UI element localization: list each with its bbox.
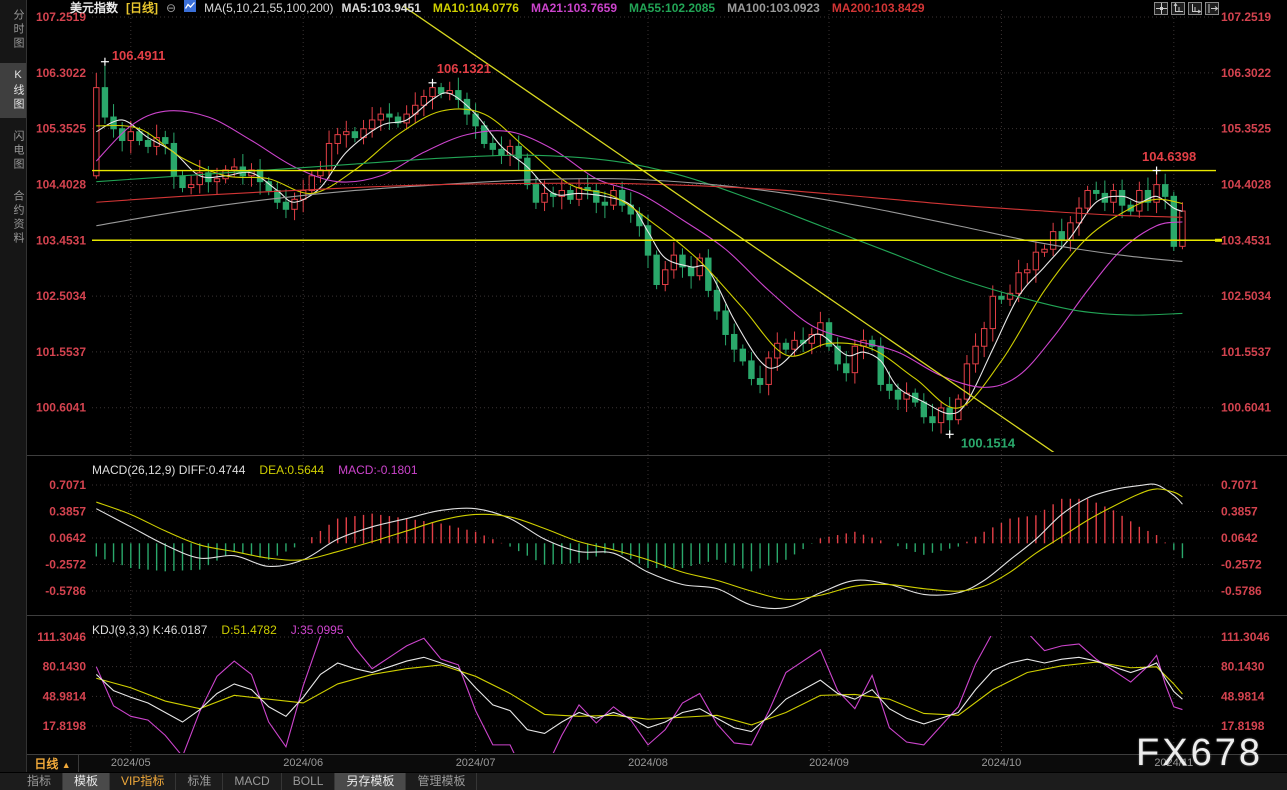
ma-value: MA10:104.0776	[432, 0, 519, 15]
macd-histogram	[95, 498, 1184, 572]
y-axis-label: 105.3525	[1221, 122, 1271, 136]
ma-overlays	[95, 92, 1183, 415]
tab-boll[interactable]: BOLL	[282, 773, 336, 790]
axis-scale-left-icon[interactable]	[1171, 2, 1185, 15]
trendline	[402, 6, 1055, 452]
ma-value: MA5:103.9451	[341, 0, 421, 15]
ma-value: MA200:103.8429	[831, 0, 925, 15]
indicator-label: KDJ(9,3,3) K:46.0187 D:51.4782 J:35.0995	[92, 623, 344, 637]
sidebar: 分时图 K线图闪电图合约资料	[0, 0, 27, 772]
tab-manage-templates[interactable]: 管理模板	[406, 773, 478, 790]
ma-indicator-icon	[184, 0, 197, 16]
pop-out-panel-icon[interactable]	[1205, 2, 1219, 15]
y-axis-label: 0.3857	[1221, 505, 1258, 519]
ma-line-ma21	[95, 110, 1183, 388]
chart-header: 美元指数 [日线] ⊖ MA(5,10,21,55,100,200) MA5:1…	[70, 0, 925, 16]
collapse-icon[interactable]: ⊖	[166, 1, 176, 16]
sidebar-item-time-chart[interactable]: 分时图	[0, 3, 26, 57]
y-axis-label: 104.4028	[36, 177, 86, 191]
y-axis-label: -0.5786	[1221, 584, 1262, 598]
ma-value: MA21:103.7659	[530, 0, 618, 15]
y-axis-label: 17.8198	[43, 719, 87, 733]
y-axis-label: 104.4028	[1221, 177, 1271, 191]
x-axis-label: 2024/10	[981, 757, 1022, 769]
ma-group-label: MA(5,10,21,55,100,200)	[204, 0, 334, 15]
price-annotation: 106.4911	[112, 48, 166, 63]
j-line	[95, 636, 1183, 753]
gridlines	[27, 10, 1287, 753]
price-annotation: 104.6398	[1142, 149, 1196, 164]
ma-value: MA55:102.2085	[629, 0, 716, 15]
crosshair-tool-icon[interactable]	[1154, 2, 1168, 15]
tab-indicators[interactable]: 指标	[16, 773, 64, 790]
y-axis-label: 106.3022	[36, 66, 86, 80]
sidebar-item-lightning-chart[interactable]: 闪电图	[0, 124, 26, 178]
y-axis-label: 100.6041	[1221, 401, 1271, 415]
y-axis-label: 102.5034	[1221, 289, 1271, 303]
x-axis-label: 2024/05	[110, 757, 151, 769]
y-axis-label: 101.5537	[1221, 345, 1271, 359]
y-axis-label: 0.0642	[49, 531, 86, 545]
y-axis-label: 48.9814	[1221, 689, 1265, 703]
chart-canvas[interactable]: 107.2519 107.2519106.3022 106.3022105.3525…	[0, 0, 1287, 755]
period-selector[interactable]: 日线 ▲	[27, 755, 79, 773]
sidebar-item-kline-chart[interactable]: K线图	[0, 63, 26, 118]
y-axis-label: 103.4531	[1221, 233, 1271, 247]
watermark: FX678	[1136, 732, 1263, 774]
y-axis-label: 80.1430	[43, 660, 87, 674]
bottom-tabs: 指标 模板 VIP指标 标准 MACD BOLL 另存模板 管理模板	[0, 772, 1287, 790]
y-axis-label: 0.3857	[49, 505, 86, 519]
x-axis-label: 2024/09	[809, 757, 849, 769]
y-axis-label: 102.5034	[36, 289, 86, 303]
ma-line-ma10	[96, 108, 1183, 409]
y-axis-label: -0.2572	[45, 558, 86, 572]
tab-vip-indicators[interactable]: VIP指标	[110, 773, 177, 790]
y-axis-label: 103.4531	[36, 233, 86, 247]
tab-templates[interactable]: 模板	[63, 773, 111, 790]
price-annotation: 106.1321	[437, 61, 491, 76]
period-label: 日线	[34, 757, 59, 771]
d-line	[96, 661, 1183, 726]
ma-value: MA100:103.0923	[727, 0, 820, 15]
y-axis-label: 0.7071	[1221, 478, 1258, 492]
y-axis-label: 101.5537	[36, 345, 86, 359]
y-axis-label: 111.3046	[1221, 630, 1270, 644]
tab-standard[interactable]: 标准	[176, 773, 224, 790]
candlestick-series	[93, 61, 1186, 435]
x-axis-label: 2024/08	[628, 757, 668, 769]
ma-values: MA5:103.9451 MA10:104.0776 MA21:103.7659 MA…	[342, 1, 925, 16]
period-arrow-icon: ▲	[61, 760, 71, 770]
y-axis-label: 0.7071	[49, 478, 86, 492]
y-axis-label: 107.2519	[1221, 10, 1271, 24]
period-tag: [日线]	[126, 0, 159, 15]
kdj-lines	[95, 636, 1183, 753]
y-axis-label: -0.5786	[45, 584, 86, 598]
header-tools	[1154, 2, 1219, 15]
timeline-bar: 日线 ▲ 2024/05 2024/06 2024/07 2024/08 2024/09…	[27, 754, 1287, 773]
y-axis-label: 0.0642	[1221, 531, 1258, 545]
y-axis-label: 111.3046	[37, 630, 86, 644]
y-axis-labels: 107.2519 107.2519106.3022 106.3022105.3525…	[36, 10, 1271, 733]
y-axis-label: 17.8198	[1221, 719, 1265, 733]
tab-save-template[interactable]: 另存模板	[335, 773, 407, 790]
symbol-title: 美元指数	[70, 0, 119, 15]
y-axis-label: 106.3022	[1221, 66, 1271, 80]
price-annotation: 100.1514	[961, 435, 1016, 450]
y-axis-label: -0.2572	[1221, 558, 1262, 572]
y-axis-label: 100.6041	[36, 401, 86, 415]
axis-scale-right-icon[interactable]	[1188, 2, 1202, 15]
indicator-label: MACD(26,12,9) DIFF:0.4744 DEA:0.5644 MACD:…	[92, 463, 418, 477]
y-axis-label: 105.3525	[36, 122, 86, 136]
sidebar-item-contract-info[interactable]: 合约资料	[0, 184, 26, 252]
y-axis-label: 80.1430	[1221, 660, 1265, 674]
tab-macd[interactable]: MACD	[223, 773, 282, 790]
y-axis-label: 48.9814	[43, 689, 87, 703]
x-axis-label: 2024/07	[455, 757, 496, 769]
x-axis-label: 2024/06	[283, 757, 324, 769]
ma-line-ma5	[96, 92, 1183, 415]
